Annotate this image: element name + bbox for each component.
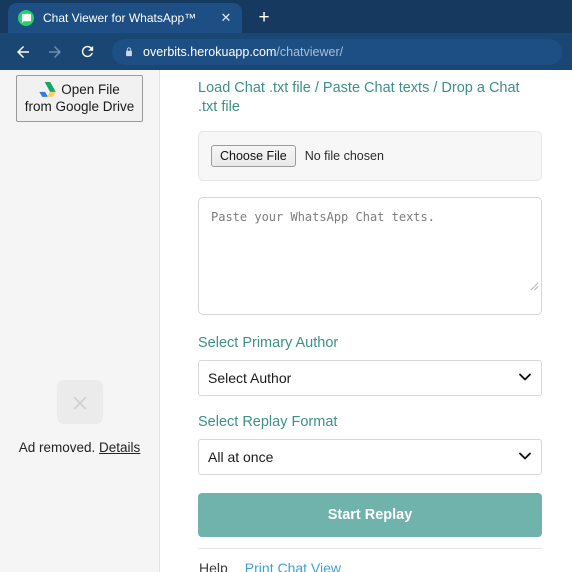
- page-title: Load Chat .txt file / Paste Chat texts /…: [198, 80, 520, 115]
- lock-icon: [124, 46, 134, 58]
- browser-window: Chat Viewer for WhatsApp™ ✕ + overbits.h…: [0, 0, 572, 572]
- ad-removed-label: Ad removed.: [18, 440, 96, 455]
- browser-toolbar: overbits.herokuapp.com/chatviewer/: [0, 33, 572, 70]
- address-bar[interactable]: overbits.herokuapp.com/chatviewer/: [112, 38, 562, 65]
- primary-author-label: Select Primary Author: [198, 335, 339, 351]
- ad-placeholder: [56, 380, 103, 424]
- tab-title: Chat Viewer for WhatsApp™: [43, 11, 197, 25]
- replay-format-label: Select Replay Format: [198, 414, 338, 430]
- print-chat-view-link[interactable]: Print Chat View: [245, 560, 341, 572]
- close-icon[interactable]: ✕: [216, 8, 236, 28]
- new-tab-button[interactable]: +: [250, 4, 278, 32]
- reload-icon[interactable]: [74, 39, 100, 65]
- url-domain: overbits.herokuapp.com: [143, 44, 277, 59]
- replay-format-select[interactable]: All at once: [198, 439, 542, 475]
- back-arrow-icon[interactable]: [10, 39, 36, 65]
- paste-area-wrapper: [198, 197, 542, 315]
- file-chosen-status: No file chosen: [304, 149, 384, 163]
- close-x-icon: [73, 396, 86, 410]
- ad-removed-text: Ad removed. Details: [0, 440, 159, 455]
- ad-details-link[interactable]: Details: [99, 440, 140, 455]
- paste-chat-textarea[interactable]: [198, 197, 542, 315]
- file-input-row[interactable]: Choose File No file chosen: [211, 145, 529, 167]
- url-path: /chatviewer/: [276, 44, 344, 59]
- google-drive-icon: [39, 82, 56, 97]
- help-link[interactable]: Help: [199, 560, 228, 572]
- choose-file-button[interactable]: Choose File: [211, 145, 296, 167]
- page-content: Open File from Google Drive Ad removed. …: [0, 70, 572, 572]
- url-text: overbits.herokuapp.com/chatviewer/: [143, 45, 343, 59]
- open-file-google-drive-button[interactable]: Open File from Google Drive: [16, 75, 143, 122]
- tab-strip: Chat Viewer for WhatsApp™ ✕ +: [0, 0, 572, 33]
- chat-bubble-icon: [18, 10, 34, 26]
- main-content: Load Chat .txt file / Paste Chat texts /…: [160, 70, 572, 572]
- file-upload-panel: Choose File No file chosen: [198, 131, 542, 181]
- primary-author-select[interactable]: Select Author: [198, 360, 542, 396]
- gdrive-label-bottom: from Google Drive: [24, 99, 135, 114]
- forward-arrow-icon[interactable]: [42, 39, 68, 65]
- gdrive-button-line1: Open File: [23, 81, 136, 98]
- primary-author-select-wrapper: Select Author: [198, 360, 542, 396]
- footer-links: Help Print Chat View: [198, 549, 542, 572]
- replay-format-select-wrapper: All at once: [198, 439, 542, 475]
- gdrive-label-top: Open File: [61, 82, 120, 97]
- sidebar: Open File from Google Drive Ad removed. …: [0, 70, 160, 572]
- start-replay-button[interactable]: Start Replay: [198, 493, 542, 537]
- tab-chat-viewer[interactable]: Chat Viewer for WhatsApp™ ✕: [8, 3, 242, 33]
- ad-removed-block: Ad removed. Details: [0, 380, 159, 455]
